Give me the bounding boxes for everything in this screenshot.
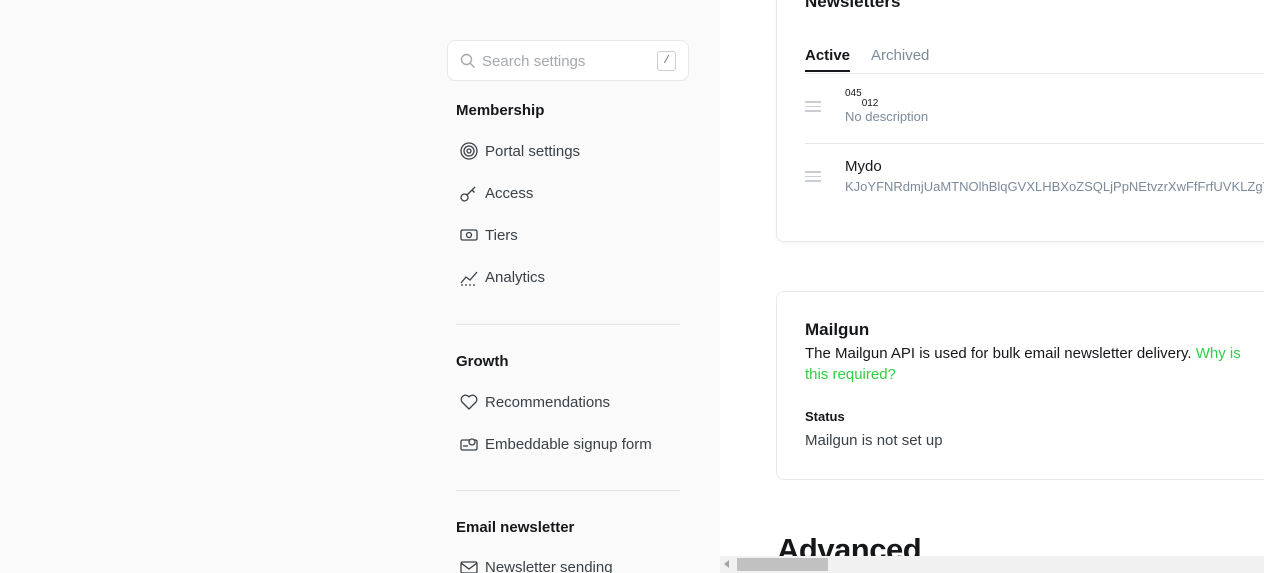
money-icon: [458, 224, 480, 246]
scrollbar-thumb[interactable]: [737, 558, 828, 571]
sidebar-item-recommendations[interactable]: Recommendations: [456, 387, 680, 417]
search-placeholder: Search settings: [482, 53, 586, 70]
sidebar-item-analytics[interactable]: Analytics: [456, 262, 680, 292]
sidebar-divider: [456, 324, 680, 325]
settings-sidebar: Search settings / Membership Portal sett…: [0, 0, 720, 573]
sidebar-item-label: Analytics: [485, 268, 546, 286]
status-value: Mailgun is not set up: [805, 432, 943, 449]
sidebar-item-label: Portal settings: [485, 142, 581, 160]
drag-handle-icon[interactable]: [805, 171, 821, 185]
group-title-email-newsletter: Email newsletter: [456, 519, 575, 536]
key-icon: [458, 182, 480, 204]
tab-active[interactable]: Active: [805, 47, 851, 72]
settings-main: Newsletters Active Archived 045012 No de…: [720, 0, 1264, 573]
tabs-divider: [805, 73, 1264, 74]
sidebar-item-label: Recommendations: [485, 393, 611, 411]
group-title-growth: Growth: [456, 353, 509, 370]
search-icon: [460, 53, 475, 68]
newsletter-description: No description: [845, 109, 929, 124]
signup-form-icon: [458, 433, 480, 455]
newsletter-description: KJoYFNRdmjUaMTNOlhBlqGVXLHBXoZSQLjPpNEtv…: [845, 179, 1264, 194]
newsletter-name-sup: 045: [845, 88, 862, 99]
sidebar-item-label: Access: [485, 184, 534, 202]
mailgun-description-text: The Mailgun API is used for bulk email n…: [805, 345, 1192, 362]
search-input[interactable]: Search settings /: [447, 40, 689, 81]
newsletter-name-sub: 012: [861, 98, 879, 109]
sidebar-item-embeddable-signup-form[interactable]: Embeddable signup form: [456, 429, 680, 459]
sidebar-item-access[interactable]: Access: [456, 178, 680, 208]
chart-icon: [458, 266, 480, 288]
sidebar-item-tiers[interactable]: Tiers: [456, 220, 680, 250]
tab-archived[interactable]: Archived: [871, 47, 929, 72]
sidebar-item-label: Embeddable signup form: [485, 435, 652, 453]
mailgun-title: Mailgun: [805, 320, 870, 339]
scroll-left-icon[interactable]: [724, 560, 729, 568]
horizontal-scrollbar[interactable]: [720, 556, 1264, 573]
newsletter-tabs: Active Archived: [805, 47, 929, 72]
sidebar-item-label: Newsletter sending: [485, 558, 613, 573]
heart-icon: [458, 391, 480, 413]
drag-handle-icon[interactable]: [805, 101, 821, 115]
newsletter-row[interactable]: 045012 No description: [805, 80, 1264, 150]
shortcut-key: /: [657, 51, 676, 71]
newsletters-title: Newsletters: [805, 0, 901, 11]
status-label: Status: [805, 409, 845, 424]
newsletter-name: Mydo: [845, 158, 882, 175]
sidebar-item-label: Tiers: [485, 226, 518, 244]
portal-icon: [458, 140, 480, 162]
newsletter-name: 045012: [845, 88, 878, 109]
mail-icon: [458, 556, 480, 573]
sidebar-divider: [456, 490, 680, 491]
newsletter-row[interactable]: Mydo KJoYFNRdmjUaMTNOlhBlqGVXLHBXoZSQLjP…: [805, 150, 1264, 220]
group-title-membership: Membership: [456, 102, 545, 119]
sidebar-item-newsletter-sending[interactable]: Newsletter sending: [456, 552, 680, 573]
row-divider: [805, 143, 1264, 144]
sidebar-item-portal-settings[interactable]: Portal settings: [456, 136, 680, 166]
mailgun-description: The Mailgun API is used for bulk email n…: [805, 343, 1250, 385]
